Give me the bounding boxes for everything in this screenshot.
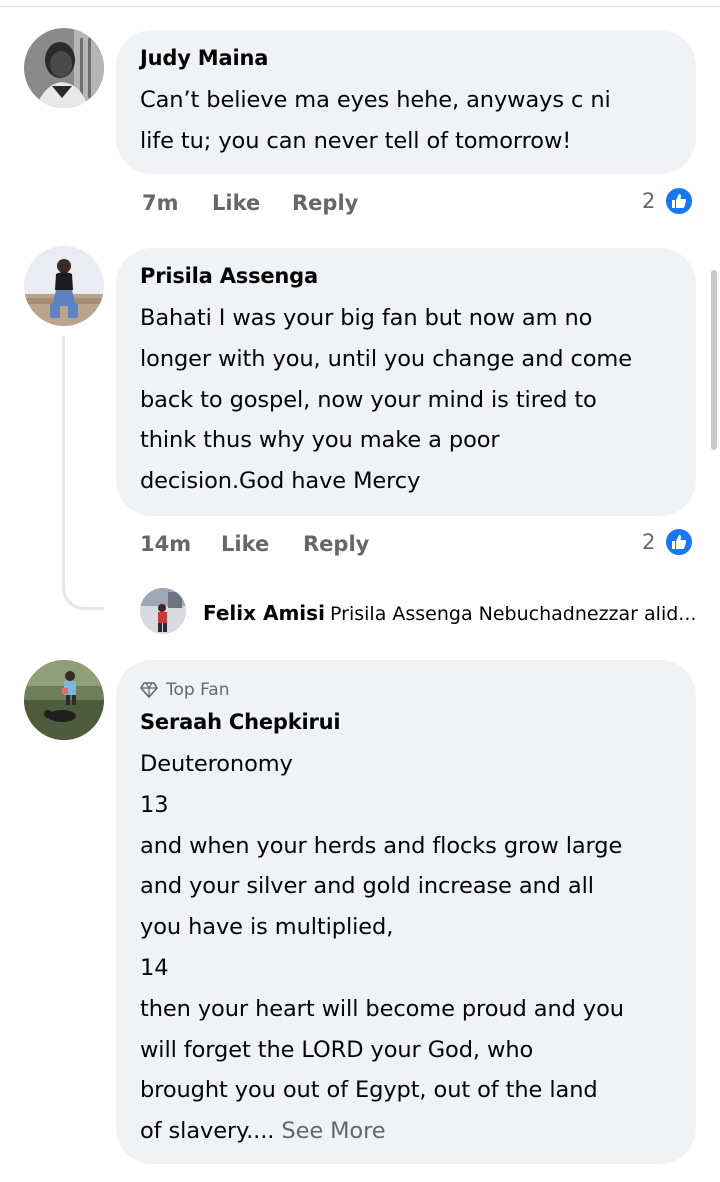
avatar-judy-maina[interactable] — [24, 28, 104, 108]
comment-bubble[interactable]: Prisila Assenga Bahati I was your big fa… — [116, 248, 696, 516]
reply-button[interactable]: Reply — [303, 532, 369, 556]
like-button[interactable]: Like — [221, 532, 269, 556]
diamond-icon — [140, 682, 158, 699]
reply-button[interactable]: Reply — [292, 191, 358, 215]
reply-snippet: Prisila Assenga Nebuchadnezzar alid... — [330, 603, 697, 625]
comment-text: Deuteronomy 13 and when your herds and f… — [140, 744, 624, 1152]
comment-author[interactable]: Seraah Chepkirui — [140, 710, 341, 734]
like-button[interactable]: Like — [212, 191, 260, 215]
avatar-seraah-chepkirui[interactable] — [24, 660, 104, 740]
comment-time[interactable]: 14m — [140, 532, 191, 556]
avatar-felix-amisi[interactable] — [140, 588, 186, 634]
reaction-count[interactable]: 2 — [642, 530, 655, 554]
thumbs-up-icon — [672, 194, 687, 208]
top-divider — [0, 6, 720, 7]
comment-author[interactable]: Judy Maina — [140, 46, 268, 70]
comment-bubble[interactable]: Judy Maina Can’t believe ma eyes hehe, a… — [116, 30, 696, 174]
comment-time[interactable]: 7m — [142, 191, 179, 215]
comment-author[interactable]: Prisila Assenga — [140, 264, 318, 288]
comment-text-body: Deuteronomy 13 and when your herds and f… — [140, 751, 624, 1145]
avatar-prisila-assenga[interactable] — [24, 246, 104, 326]
comment-bubble[interactable]: Top Fan Seraah Chepkirui Deuteronomy 13 … — [116, 660, 696, 1164]
reply-author[interactable]: Felix Amisi — [203, 601, 325, 625]
like-reaction-icon[interactable] — [664, 527, 694, 557]
top-fan-label: Top Fan — [166, 680, 230, 700]
like-reaction-icon[interactable] — [664, 186, 694, 216]
reply-preview[interactable]: Felix Amisi Prisila Assenga Nebuchadnezz… — [203, 601, 696, 625]
reply-thread-line — [62, 336, 104, 610]
scrollbar[interactable] — [711, 270, 717, 450]
see-more-link[interactable]: See More — [281, 1118, 385, 1144]
comment-text: Bahati I was your big fan but now am no … — [140, 305, 632, 495]
reaction-count[interactable]: 2 — [642, 189, 655, 213]
top-fan-badge: Top Fan — [140, 680, 230, 700]
thumbs-up-icon — [672, 535, 687, 549]
comment-text: Can’t believe ma eyes hehe, anyways c ni… — [140, 87, 611, 154]
